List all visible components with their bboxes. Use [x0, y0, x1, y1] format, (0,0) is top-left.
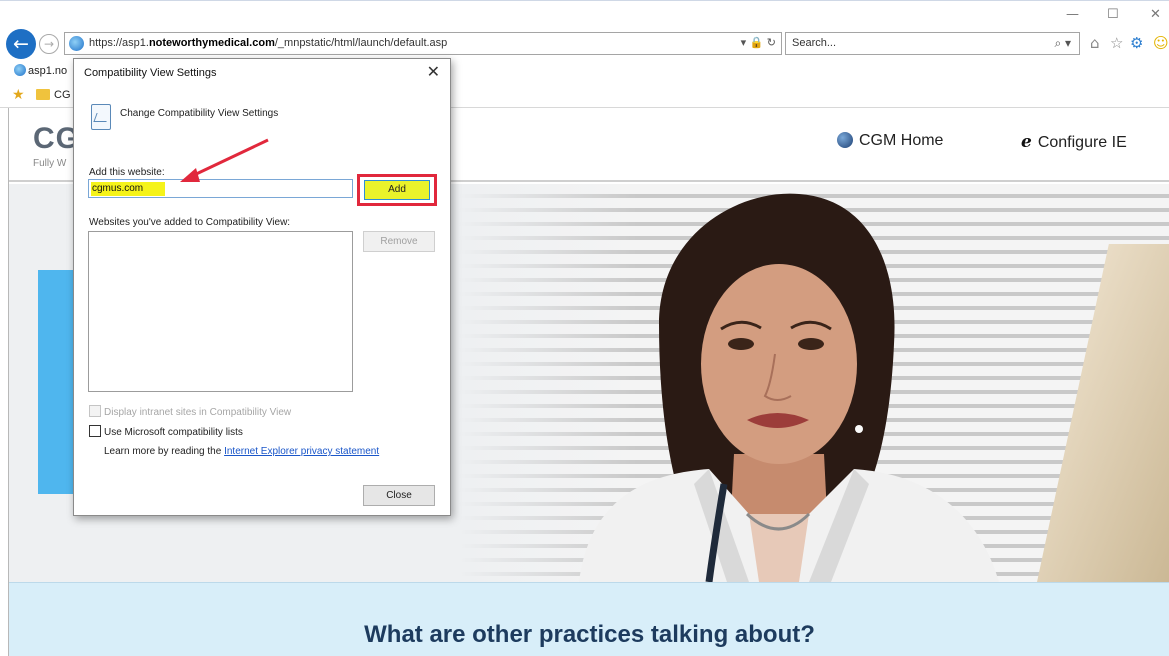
refresh-lock-icon[interactable]: ▾ 🔒 ↻	[741, 36, 776, 49]
search-placeholder: Search...	[792, 37, 837, 49]
cgm-home-link[interactable]: CGM Home	[837, 132, 943, 150]
smiley-feedback-icon[interactable]: ☺	[1153, 34, 1169, 52]
back-arrow-icon[interactable]: ←	[6, 29, 36, 59]
favorites-star-icon[interactable]: ☆	[1110, 34, 1123, 52]
testimonials-heading: What are other practices talking about?	[364, 621, 815, 648]
dialog-close-icon[interactable]: ✕	[427, 62, 440, 81]
home-icon[interactable]: ⌂	[1090, 34, 1100, 52]
forward-arrow-icon[interactable]: →	[39, 34, 59, 54]
add-website-value: cgmus.com	[92, 183, 144, 194]
search-icon[interactable]: ⌕ ▾	[1054, 36, 1071, 51]
added-websites-list[interactable]	[88, 231, 353, 392]
configure-ie-link[interactable]: e Configure IE	[1021, 132, 1127, 152]
browser-toolbar: ← → https://asp1.noteworthymedical.com/_…	[0, 0, 1169, 60]
close-window-icon[interactable]: ✕	[1150, 7, 1161, 22]
testimonials-section: What are other practices talking about?	[9, 582, 1169, 656]
doctor-photo	[579, 193, 999, 582]
tab-current[interactable]: asp1.no	[14, 64, 67, 77]
intranet-checkbox[interactable]	[89, 405, 101, 417]
maximize-icon[interactable]: ☐	[1107, 7, 1119, 22]
dialog-title: Compatibility View Settings	[84, 67, 217, 79]
remove-button[interactable]: Remove	[363, 231, 435, 252]
privacy-statement-link[interactable]: Internet Explorer privacy statement	[224, 446, 379, 457]
added-websites-label: Websites you've added to Compatibility V…	[89, 217, 291, 228]
ms-lists-checkbox[interactable]	[89, 425, 101, 437]
dialog-heading: Change Compatibility View Settings	[120, 108, 279, 119]
blue-accent-panel	[38, 270, 78, 494]
ms-lists-checkbox-row[interactable]: Use Microsoft compatibility lists	[89, 425, 243, 438]
folder-icon	[36, 89, 50, 100]
annotation-red-box: Add	[357, 174, 437, 206]
close-button[interactable]: Close	[363, 485, 435, 506]
address-url[interactable]: https://asp1.noteworthymedical.com/_mnps…	[89, 37, 447, 49]
add-favorite-star-icon[interactable]: ★	[12, 87, 25, 103]
minimize-icon[interactable]: —	[1066, 7, 1079, 22]
search-input[interactable]: Search... ⌕ ▾	[785, 32, 1080, 55]
favorites-item[interactable]: CG	[54, 89, 71, 101]
address-bar[interactable]: https://asp1.noteworthymedical.com/_mnps…	[64, 32, 782, 55]
privacy-learn-more: Learn more by reading the Internet Explo…	[104, 446, 380, 457]
intranet-checkbox-row[interactable]: Display intranet sites in Compatibility …	[89, 405, 291, 418]
logo-tagline: Fully W	[33, 158, 67, 169]
gear-icon[interactable]: ⚙	[1130, 34, 1143, 52]
compatibility-page-icon	[91, 104, 111, 130]
add-website-input[interactable]: cgmus.com	[88, 179, 353, 198]
cgm-home-icon	[837, 132, 853, 148]
compatibility-view-dialog: Compatibility View Settings ✕ Change Com…	[73, 58, 451, 516]
add-website-label: Add this website:	[89, 167, 165, 178]
site-favicon-icon	[69, 36, 84, 51]
internet-explorer-icon: e	[1021, 132, 1032, 152]
add-button[interactable]: Add	[364, 180, 430, 200]
tab-favicon-icon	[14, 64, 26, 76]
